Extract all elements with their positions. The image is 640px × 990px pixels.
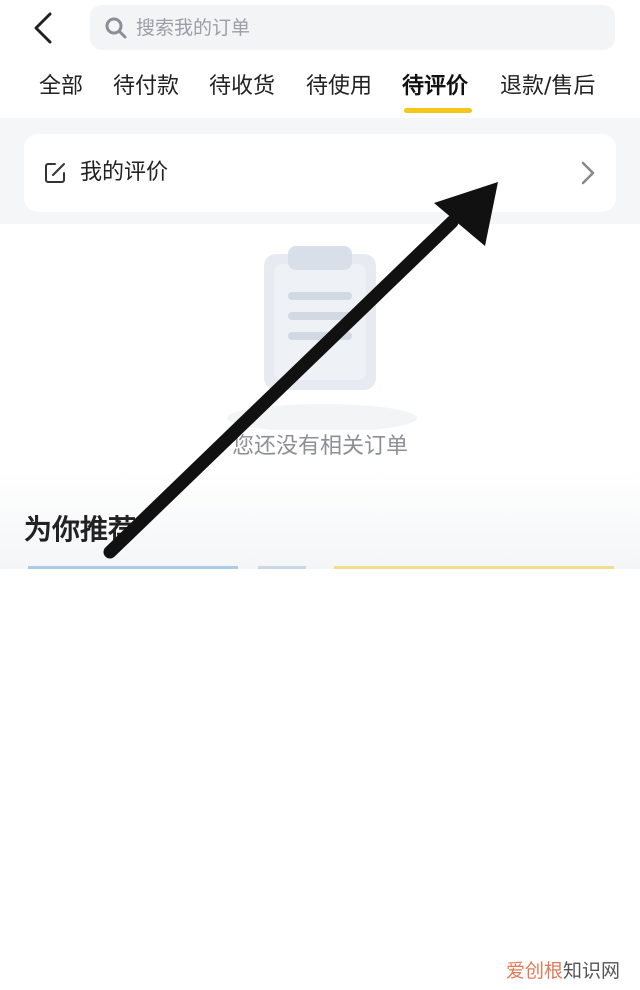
- back-button[interactable]: [26, 8, 62, 48]
- chevron-right-icon: [581, 161, 595, 185]
- search-placeholder: 搜索我的订单: [136, 17, 251, 39]
- search-icon: [105, 17, 127, 39]
- watermark-part1: 爱创根: [506, 960, 564, 982]
- order-tabs: 全部 待付款 待收货 待使用 待评价 退款/售后: [0, 58, 640, 118]
- watermark-part2: 知识网: [563, 960, 621, 982]
- watermark: 爱创根知识网: [506, 958, 620, 984]
- tab-pending-payment[interactable]: 待付款: [113, 72, 179, 102]
- empty-message: 您还没有相关订单: [231, 434, 408, 459]
- clipboard-icon: [227, 246, 417, 430]
- blank-area: [0, 569, 640, 990]
- header: 搜索我的订单: [0, 0, 640, 58]
- back-arrow-icon: [34, 12, 52, 44]
- tab-refund-aftersale[interactable]: 退款/售后: [500, 72, 595, 102]
- recommend-title: 为你推荐: [24, 513, 137, 546]
- active-tab-indicator: [404, 108, 472, 113]
- tab-pending-review[interactable]: 待评价: [402, 72, 468, 102]
- edit-icon: [45, 163, 65, 183]
- tab-pending-use[interactable]: 待使用: [306, 72, 372, 102]
- tab-all[interactable]: 全部: [39, 72, 83, 102]
- tab-pending-receipt[interactable]: 待收货: [209, 72, 275, 102]
- my-review-entry[interactable]: 我的评价: [24, 134, 616, 212]
- my-review-label: 我的评价: [80, 160, 169, 185]
- search-input[interactable]: 搜索我的订单: [90, 5, 615, 50]
